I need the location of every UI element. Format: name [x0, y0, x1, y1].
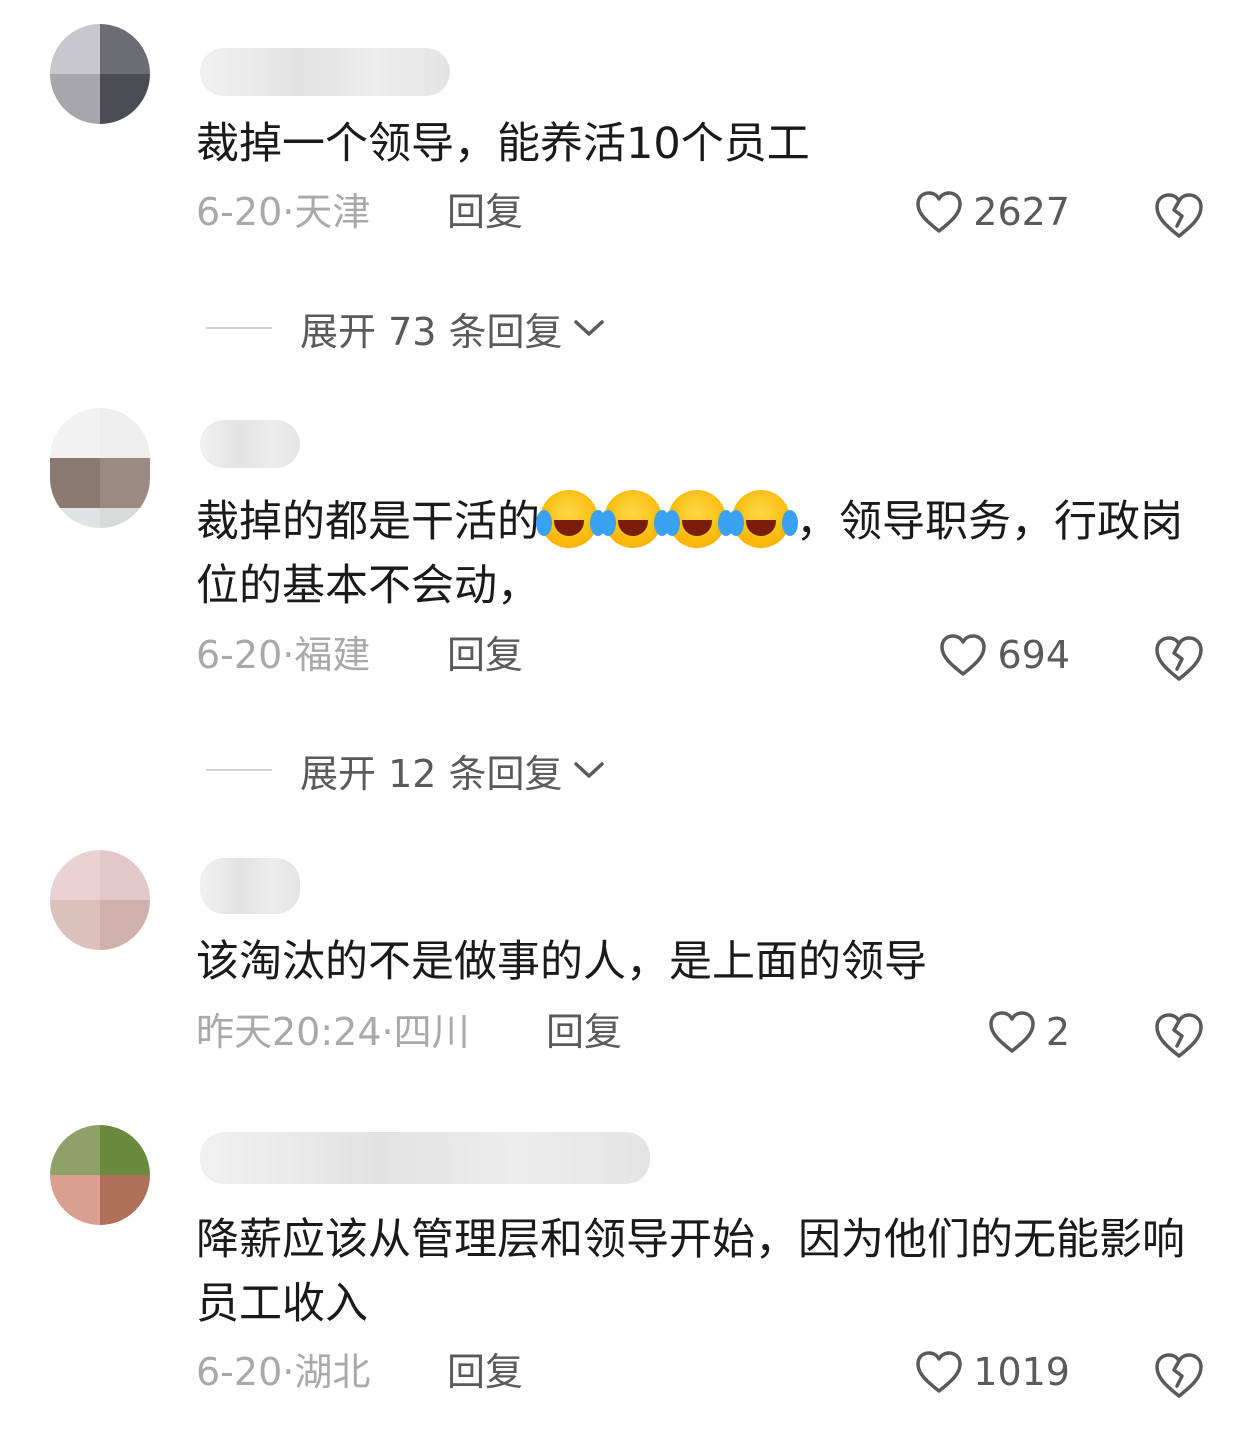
comment-meta: 6-20·天津 [196, 190, 371, 234]
crying-laughing-emoji-icon [600, 490, 662, 548]
heart-outline-icon [940, 634, 987, 676]
divider-line [206, 769, 272, 771]
username-blurred[interactable] [200, 1132, 650, 1184]
heart-outline-icon [989, 1011, 1035, 1053]
crying-laughing-emoji-icon [728, 490, 790, 548]
reply-button[interactable]: 回复 [447, 630, 523, 680]
avatar[interactable] [50, 850, 150, 950]
avatar[interactable] [50, 24, 150, 124]
crying-laughing-emoji-icon [536, 490, 598, 548]
broken-heart-icon[interactable] [1153, 1010, 1205, 1060]
comment-text: 裁掉一个领导，能养活10个员工 [196, 119, 810, 169]
like-count: 2627 [973, 190, 1070, 234]
expand-replies[interactable]: 展开 12 条回复 [206, 745, 605, 796]
expand-label: 展开 73 条回复 [300, 309, 563, 354]
comment-text-before: 裁掉的都是干活的 [196, 497, 540, 547]
comment-meta: 昨天20:24·四川 [196, 1010, 470, 1054]
broken-heart-icon[interactable] [1153, 190, 1205, 240]
like-button[interactable]: 694 [939, 630, 1070, 680]
expand-replies[interactable]: 展开 73 条回复 [206, 303, 605, 354]
username-blurred[interactable] [200, 858, 300, 914]
like-button[interactable]: 1019 [915, 1347, 1070, 1397]
avatar-lower [50, 458, 150, 528]
chevron-down-icon [573, 320, 604, 336]
chevron-down-icon [573, 762, 604, 778]
username-blurred[interactable] [200, 420, 300, 468]
comment-text: 裁掉的都是干活的 ，领导职务，行政岗位的基本不会动， [196, 490, 1206, 618]
reply-button[interactable]: 回复 [447, 1347, 523, 1397]
comment-meta: 6-20·湖北 [196, 1350, 371, 1394]
comment-text: 该淘汰的不是做事的人，是上面的领导 [196, 937, 927, 987]
broken-heart-icon[interactable] [1153, 633, 1205, 683]
like-button[interactable]: 2627 [915, 187, 1070, 237]
heart-outline-icon [916, 191, 963, 233]
avatar[interactable] [50, 1125, 150, 1225]
crying-laughing-emoji-icon [664, 490, 726, 548]
divider-line [206, 327, 272, 329]
like-count: 2 [1045, 1010, 1070, 1054]
broken-heart-icon[interactable] [1153, 1350, 1205, 1400]
comment-text: 降薪应该从管理层和领导开始，因为他们的无能影响员工收入 [196, 1215, 1185, 1329]
reply-button[interactable]: 回复 [447, 187, 523, 237]
like-count: 1019 [973, 1350, 1070, 1394]
expand-label: 展开 12 条回复 [300, 751, 563, 796]
heart-outline-icon [916, 1351, 963, 1393]
username-blurred[interactable] [200, 48, 450, 96]
reply-button[interactable]: 回复 [546, 1007, 622, 1057]
like-count: 694 [997, 633, 1070, 677]
like-button[interactable]: 2 [988, 1007, 1070, 1057]
comment-meta: 6-20·福建 [196, 633, 371, 677]
